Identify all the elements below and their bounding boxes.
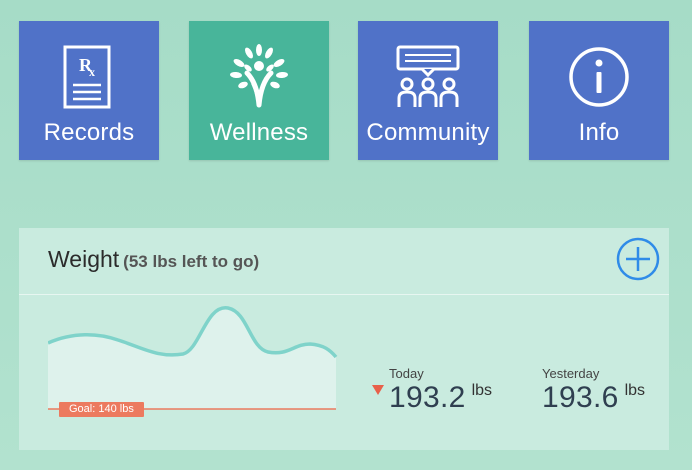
prescription-document-icon: R x — [19, 41, 159, 113]
yesterday-unit: lbs — [624, 382, 646, 399]
card-divider — [19, 294, 669, 295]
records-tile[interactable]: R x Records — [19, 21, 159, 160]
add-weight-button[interactable] — [616, 237, 660, 281]
today-unit: lbs — [471, 382, 493, 399]
trend-down-icon — [372, 385, 384, 395]
person-tree-icon — [189, 41, 329, 113]
wellness-tile[interactable]: Wellness — [189, 21, 329, 160]
community-tile[interactable]: Community — [358, 21, 498, 160]
info-label: Info — [578, 119, 620, 146]
weight-title-text: Weight — [48, 246, 120, 272]
weight-trend-area — [48, 307, 336, 409]
today-value: 193.2 — [389, 381, 466, 414]
info-circle-icon — [529, 41, 669, 113]
yesterday-value: 193.6 — [542, 381, 619, 414]
weight-remaining: (53 lbs left to go) — [123, 252, 260, 271]
weight-trend-chart — [47, 302, 338, 417]
yesterday-label: Yesterday — [542, 366, 600, 381]
wellness-label: Wellness — [209, 119, 309, 146]
yesterday-stat: Yesterday 193.6 lbs — [542, 366, 645, 415]
svg-text:x: x — [89, 65, 95, 79]
weight-card: Weight (53 lbs left to go) Goal: 140 lbs … — [19, 228, 669, 450]
records-label: Records — [43, 119, 135, 146]
today-label: Today — [389, 366, 424, 381]
weight-title: Weight (53 lbs left to go) — [48, 246, 259, 273]
info-tile[interactable]: Info — [529, 21, 669, 160]
goal-badge: Goal: 140 lbs — [59, 402, 144, 417]
people-chat-icon — [358, 41, 498, 113]
today-stat: Today 193.2 lbs — [389, 366, 492, 415]
plus-circle-icon — [616, 237, 660, 281]
community-label: Community — [366, 119, 490, 146]
